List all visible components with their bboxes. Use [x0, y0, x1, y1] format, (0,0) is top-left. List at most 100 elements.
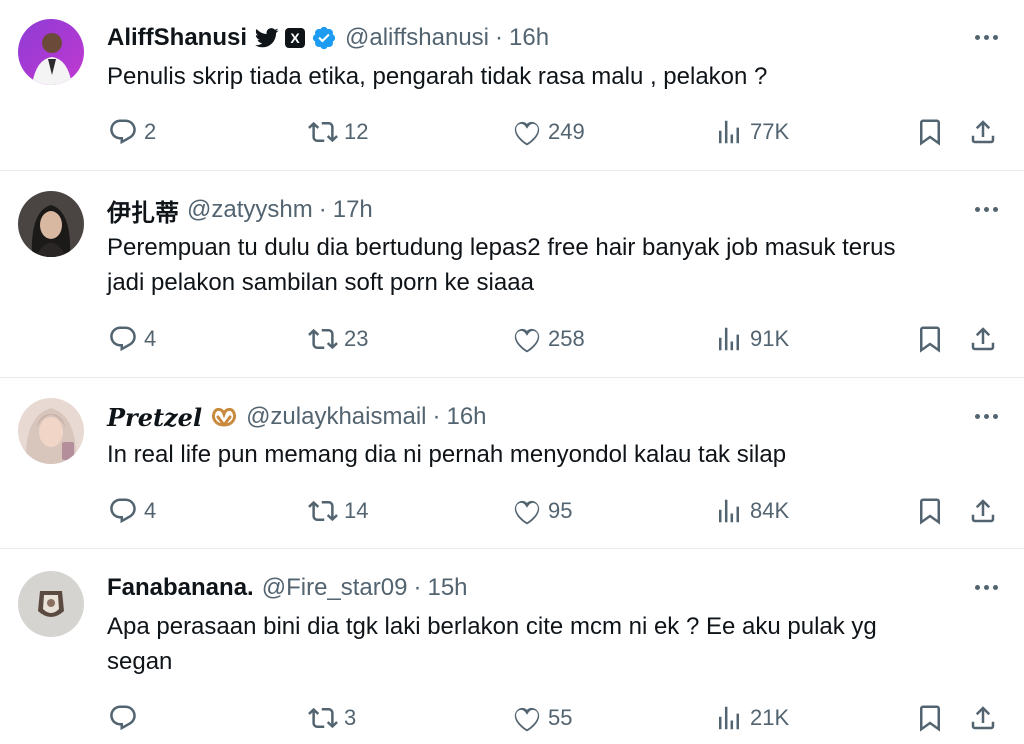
handle[interactable]: @Fire_star09: [262, 574, 408, 602]
like-count: 95: [548, 498, 573, 523]
avatar-image: [18, 571, 84, 637]
tweet-header: Fanabanana. @Fire_star09 · 15h: [107, 570, 468, 606]
reply-icon: [110, 705, 136, 731]
view-count: 91K: [750, 326, 790, 351]
view-count: 21K: [750, 705, 790, 730]
view-count: 77K: [750, 119, 790, 144]
timestamp[interactable]: 17h: [333, 196, 373, 224]
pretzel-icon: [212, 407, 237, 427]
reply-count: 2: [144, 119, 157, 144]
tweet-header: 伊扎蒂 @zatyyshm · 17h: [107, 192, 373, 228]
handle[interactable]: @zulaykhaismail: [246, 403, 426, 431]
display-name[interactable]: Fanabanana.: [107, 574, 254, 602]
handle[interactable]: @zatyyshm: [187, 196, 313, 224]
avatar[interactable]: [18, 398, 84, 464]
tweet-header: AliffShanusi X @aliffshanusi · 16h: [107, 20, 549, 56]
like-button[interactable]: 249: [512, 112, 585, 152]
more-options-button[interactable]: [966, 574, 1006, 600]
avatar[interactable]: [18, 191, 84, 257]
retweet-button[interactable]: 12: [308, 112, 368, 152]
tweet-text: Apa perasaan bini dia tgk laki berlakon …: [107, 613, 877, 675]
bookmark-icon: [920, 326, 940, 353]
tweet-4[interactable]: Fanabanana. @Fire_star09 · 15h Apa peras…: [0, 549, 1024, 744]
like-button[interactable]: 55: [512, 698, 572, 738]
bookmark-button[interactable]: [915, 698, 945, 738]
x-badge-icon: X: [285, 28, 306, 48]
tweet-actions: 4 14 95 84K: [0, 491, 1024, 531]
display-name[interactable]: AliffShanusi: [107, 24, 247, 52]
retweet-icon: [308, 328, 338, 350]
display-name[interactable]: Pretzel: [107, 403, 202, 432]
retweet-icon: [308, 121, 338, 143]
display-name[interactable]: 伊扎蒂: [107, 193, 179, 228]
timestamp[interactable]: 15h: [427, 574, 467, 602]
retweet-count: 3: [344, 705, 357, 730]
tweet-header: Pretzel @zulaykhaismail · 16h: [107, 399, 487, 435]
separator-dot: ·: [318, 196, 327, 223]
reply-icon: [110, 498, 136, 524]
analytics-icon: [719, 706, 739, 730]
separator-dot: ·: [413, 574, 422, 601]
verified-icon: [312, 26, 336, 50]
reply-button[interactable]: 2: [108, 112, 156, 152]
avatar[interactable]: [18, 571, 84, 637]
retweet-count: 14: [344, 498, 369, 523]
more-options-button[interactable]: [966, 196, 1006, 222]
heart-icon: [514, 500, 540, 525]
heart-icon: [514, 707, 540, 732]
tweet-2[interactable]: 伊扎蒂 @zatyyshm · 17h Perempuan tu dulu di…: [0, 171, 1024, 377]
avatar-image: [18, 191, 84, 257]
timestamp[interactable]: 16h: [446, 403, 486, 431]
reply-button[interactable]: 4: [108, 319, 156, 359]
views-button[interactable]: 91K: [714, 319, 789, 359]
handle[interactable]: @aliffshanusi: [345, 24, 489, 52]
analytics-icon: [719, 499, 739, 523]
bookmark-button[interactable]: [915, 491, 945, 531]
share-button[interactable]: [968, 491, 998, 531]
share-icon: [971, 120, 995, 144]
like-count: 258: [548, 326, 585, 351]
views-button[interactable]: 84K: [714, 491, 789, 531]
timestamp[interactable]: 16h: [509, 24, 549, 52]
bookmark-button[interactable]: [915, 319, 945, 359]
like-button[interactable]: 95: [512, 491, 572, 531]
more-options-button[interactable]: [966, 24, 1006, 50]
more-options-button[interactable]: [966, 403, 1006, 429]
share-button[interactable]: [968, 698, 998, 738]
views-button[interactable]: 21K: [714, 698, 789, 738]
share-icon: [971, 327, 995, 351]
retweet-icon: [308, 500, 338, 522]
view-count: 84K: [750, 498, 790, 523]
share-button[interactable]: [968, 319, 998, 359]
reply-button[interactable]: [108, 698, 144, 738]
reply-count: 4: [144, 498, 157, 523]
retweet-button[interactable]: 23: [308, 319, 368, 359]
tweet-actions: 3 55 21K: [0, 698, 1024, 738]
heart-icon: [514, 121, 540, 146]
retweet-button[interactable]: 14: [308, 491, 368, 531]
tweet-text: Penulis skrip tiada etika, pengarah tida…: [107, 63, 768, 90]
separator-dot: ·: [432, 403, 441, 430]
reply-count: 4: [144, 326, 157, 351]
tweet-1[interactable]: AliffShanusi X @aliffshanusi · 16h Penul…: [0, 0, 1024, 170]
retweet-button[interactable]: 3: [308, 698, 356, 738]
tweet-text: In real life pun memang dia ni pernah me…: [107, 441, 787, 468]
avatar[interactable]: [18, 19, 84, 85]
reply-icon: [110, 326, 136, 352]
share-icon: [971, 499, 995, 523]
bookmark-icon: [920, 498, 940, 525]
views-button[interactable]: 77K: [714, 112, 789, 152]
separator-dot: ·: [495, 24, 504, 51]
like-button[interactable]: 258: [512, 319, 585, 359]
reply-icon: [110, 119, 136, 145]
bookmark-button[interactable]: [915, 112, 945, 152]
avatar-image: [18, 398, 84, 464]
share-button[interactable]: [968, 112, 998, 152]
reply-button[interactable]: 4: [108, 491, 156, 531]
tweet-3[interactable]: Pretzel @zulaykhaismail · 16h In real li…: [0, 378, 1024, 548]
bird-icon: [255, 28, 279, 48]
analytics-icon: [719, 120, 739, 144]
avatar-image: [18, 19, 84, 85]
tweet-actions: 4 23 258 91K: [0, 319, 1024, 359]
heart-icon: [514, 328, 540, 353]
